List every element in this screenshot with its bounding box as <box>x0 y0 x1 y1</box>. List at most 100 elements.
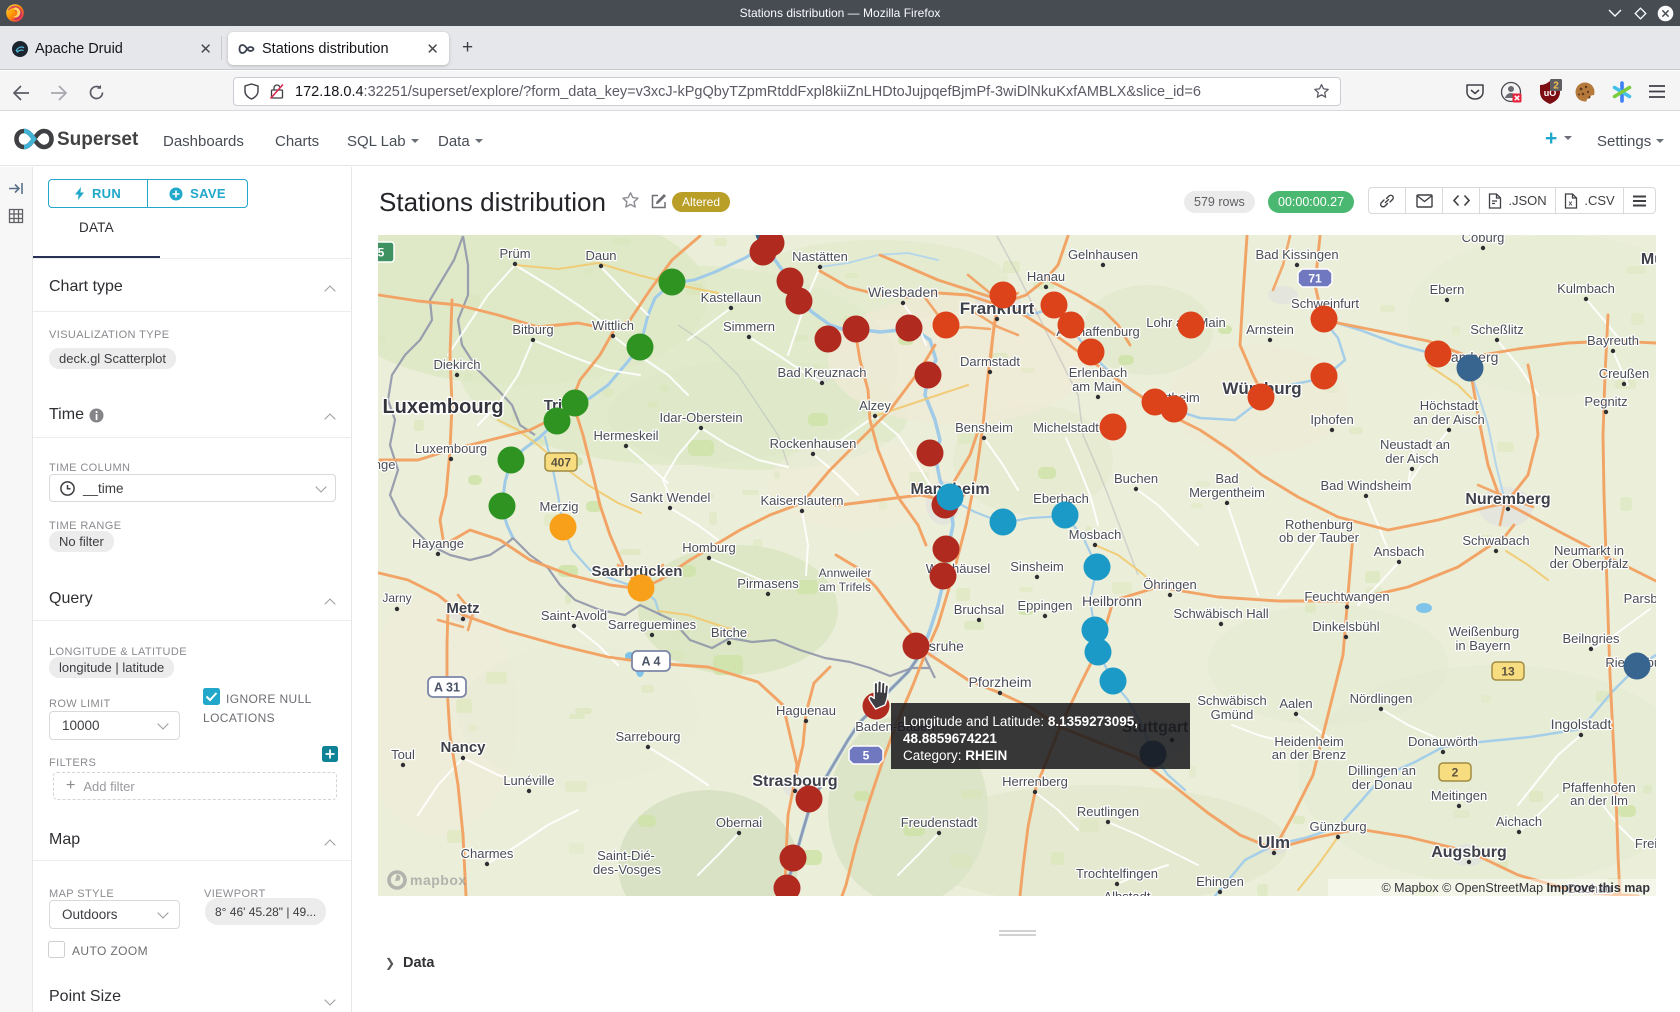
svg-text:der Donau: der Donau <box>1352 777 1413 792</box>
svg-text:Erlenbach: Erlenbach <box>1069 365 1128 380</box>
svg-text:am Trifels: am Trifels <box>819 580 871 594</box>
svg-text:A 4: A 4 <box>642 655 661 669</box>
svg-text:Pforzheim: Pforzheim <box>968 674 1031 690</box>
svg-text:Lunéville: Lunéville <box>503 773 554 788</box>
svg-text:Bitburg: Bitburg <box>512 322 553 337</box>
svg-text:Coburg: Coburg <box>1462 235 1505 245</box>
svg-text:Bensheim: Bensheim <box>955 420 1013 435</box>
svg-text:Trochtelfingen: Trochtelfingen <box>1076 866 1158 881</box>
svg-text:Schwabach: Schwabach <box>1462 533 1529 548</box>
svg-text:Höchstadt: Höchstadt <box>1420 398 1479 413</box>
svg-text:Luxembourg: Luxembourg <box>382 396 503 418</box>
svg-text:407: 407 <box>551 456 571 470</box>
svg-text:Diekirch: Diekirch <box>434 357 481 372</box>
svg-text:Gelnhausen: Gelnhausen <box>1068 247 1138 262</box>
svg-text:Jarny: Jarny <box>382 591 411 605</box>
svg-text:Hayange: Hayange <box>412 536 464 551</box>
svg-text:Iphofen: Iphofen <box>1310 412 1353 427</box>
svg-text:Nancy: Nancy <box>440 739 486 756</box>
svg-text:Eppingen: Eppingen <box>1018 598 1073 613</box>
svg-text:Aalen: Aalen <box>1279 696 1312 711</box>
svg-text:mapbox: mapbox <box>410 872 467 888</box>
svg-text:Reutlingen: Reutlingen <box>1077 804 1139 819</box>
svg-text:Bad Kreuznach: Bad Kreuznach <box>778 365 867 380</box>
svg-text:13: 13 <box>1501 665 1515 679</box>
svg-text:Hanau: Hanau <box>1027 269 1065 284</box>
svg-text:Annweiler: Annweiler <box>819 566 872 580</box>
svg-text:Freising: Freising <box>1635 836 1656 851</box>
svg-text:© Mapbox © OpenStreetMap Impro: © Mapbox © OpenStreetMap Improve this ma… <box>1381 881 1650 895</box>
svg-text:Scheßlitz: Scheßlitz <box>1470 322 1523 337</box>
svg-text:an der Brenz: an der Brenz <box>1272 747 1346 762</box>
svg-text:in Bayern: in Bayern <box>1456 638 1511 653</box>
svg-text:Hermeskeil: Hermeskeil <box>593 428 658 443</box>
svg-text:Kulmbach: Kulmbach <box>1557 281 1615 296</box>
svg-text:Nastätten: Nastätten <box>792 249 848 264</box>
svg-text:Gmünd: Gmünd <box>1211 707 1254 722</box>
svg-text:Idar-Oberstein: Idar-Oberstein <box>659 410 742 425</box>
svg-text:x: x <box>1569 200 1573 207</box>
svg-text:Buchen: Buchen <box>1114 471 1158 486</box>
svg-text:Aichach: Aichach <box>1496 814 1542 829</box>
svg-text:Nuremberg: Nuremberg <box>1465 491 1550 508</box>
svg-text:Nördlingen: Nördlingen <box>1350 691 1413 706</box>
svg-text:ob der Tauber: ob der Tauber <box>1279 530 1360 545</box>
svg-text:Feuchtwangen: Feuchtwangen <box>1304 589 1389 604</box>
svg-text:Dinkelsbühl: Dinkelsbühl <box>1312 619 1379 634</box>
svg-text:Parsberg: Parsberg <box>1624 591 1656 606</box>
svg-text:Schwäbisch Hall: Schwäbisch Hall <box>1173 606 1268 621</box>
svg-text:Category: RHEIN: Category: RHEIN <box>903 748 1007 763</box>
svg-text:A 31: A 31 <box>434 681 460 695</box>
svg-text:Strasbourg: Strasbourg <box>752 773 837 790</box>
svg-text:Haguenau: Haguenau <box>776 703 836 718</box>
svg-text:Bruchsal: Bruchsal <box>954 602 1005 617</box>
svg-text:Heilbronn: Heilbronn <box>1082 593 1142 609</box>
svg-text:Herrenberg: Herrenberg <box>1002 774 1068 789</box>
svg-text:Bad: Bad <box>1215 471 1238 486</box>
svg-text:Saint-Dié-: Saint-Dié- <box>597 848 655 863</box>
svg-text:Saint-Avold: Saint-Avold <box>541 608 607 623</box>
svg-text:Rockenhausen: Rockenhausen <box>770 436 857 451</box>
svg-text:Toul: Toul <box>391 747 415 762</box>
svg-text:Pegnitz: Pegnitz <box>1584 394 1627 409</box>
svg-text:Ebern: Ebern <box>1430 282 1465 297</box>
svg-text:71: 71 <box>1308 272 1322 286</box>
svg-text:Donauwörth: Donauwörth <box>1408 734 1478 749</box>
svg-text:Bitche: Bitche <box>711 625 747 640</box>
svg-text:Mosbach: Mosbach <box>1069 527 1122 542</box>
svg-text:Ulm: Ulm <box>1258 833 1290 852</box>
svg-text:Obernai: Obernai <box>716 815 762 830</box>
svg-text:Prüm: Prüm <box>499 246 530 261</box>
svg-text:Kaiserslautern: Kaiserslautern <box>760 493 843 508</box>
svg-text:Luxembourg: Luxembourg <box>415 441 487 456</box>
svg-text:Metz: Metz <box>446 600 479 617</box>
svg-text:Bad Kissingen: Bad Kissingen <box>1255 247 1338 262</box>
svg-text:ange: ange <box>378 457 395 472</box>
svg-text:Dillingen an: Dillingen an <box>1348 763 1416 778</box>
svg-text:Sankt Wendel: Sankt Wendel <box>630 490 711 505</box>
svg-text:München: München <box>1641 251 1656 268</box>
svg-text:der Oberpfalz: der Oberpfalz <box>1550 556 1629 571</box>
svg-text:Darmstadt: Darmstadt <box>960 354 1020 369</box>
svg-text:5: 5 <box>378 246 385 260</box>
svg-text:Arnstein: Arnstein <box>1246 322 1294 337</box>
svg-text:Daun: Daun <box>585 248 616 263</box>
svg-text:Sinsheim: Sinsheim <box>1010 559 1063 574</box>
svg-text:Albstadt: Albstadt <box>1104 889 1151 896</box>
svg-text:Mergentheim: Mergentheim <box>1189 485 1265 500</box>
svg-text:Wittlich: Wittlich <box>592 318 634 333</box>
svg-text:Günzburg: Günzburg <box>1309 819 1366 834</box>
svg-text:Pirmasens: Pirmasens <box>737 576 799 591</box>
svg-text:Wiesbaden: Wiesbaden <box>868 284 938 300</box>
svg-text:Beilngries: Beilngries <box>1562 631 1620 646</box>
svg-text:2: 2 <box>1553 81 1559 92</box>
svg-text:Neustadt an: Neustadt an <box>1380 437 1450 452</box>
svg-text:Creußen: Creußen <box>1599 366 1650 381</box>
svg-text:Sarreguemines: Sarreguemines <box>608 617 697 632</box>
svg-text:Sarrebourg: Sarrebourg <box>615 729 680 744</box>
svg-text:Ingolstadt: Ingolstadt <box>1551 716 1612 732</box>
svg-text:des-Vosges: des-Vosges <box>593 862 661 877</box>
svg-text:Homburg: Homburg <box>682 540 735 555</box>
svg-text:Ehingen: Ehingen <box>1196 874 1244 889</box>
svg-text:Michelstadt: Michelstadt <box>1033 420 1099 435</box>
